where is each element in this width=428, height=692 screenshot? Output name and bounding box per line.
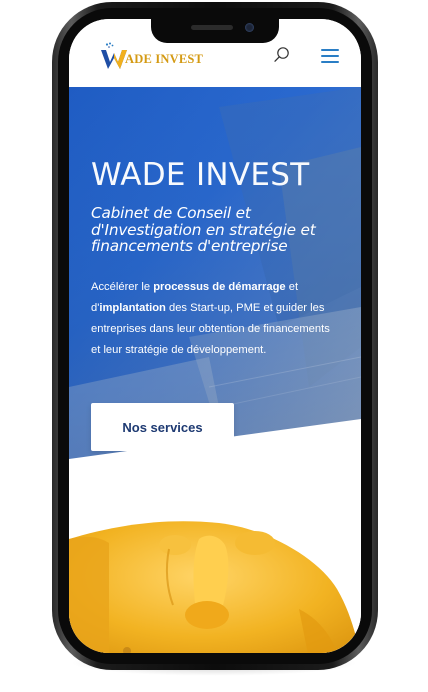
front-camera bbox=[245, 23, 254, 32]
hero-subtitle: Cabinet de Conseil et d'Investigation en… bbox=[91, 204, 316, 256]
hero-desc-highlight: processus de démarrage bbox=[153, 281, 286, 293]
phone-frame: ADE INVEST WADE INVEST Cabinet de Consei… bbox=[52, 2, 378, 670]
gold-hand-image bbox=[69, 521, 360, 653]
phone-screen: ADE INVEST WADE INVEST Cabinet de Consei… bbox=[69, 19, 361, 653]
search-icon bbox=[274, 47, 289, 62]
site-logo[interactable]: ADE INVEST bbox=[99, 41, 209, 71]
menu-icon-line bbox=[321, 55, 339, 57]
hamburger-menu-icon bbox=[321, 49, 339, 51]
speaker-grille bbox=[191, 25, 233, 30]
hero-desc-highlight: implantation bbox=[99, 302, 166, 314]
hamburger-menu-button[interactable] bbox=[321, 49, 339, 63]
phone-notch bbox=[151, 19, 279, 43]
hero-desc-part: Accélérer le bbox=[91, 281, 154, 293]
hero-title: WADE INVEST bbox=[91, 157, 310, 193]
hero-description: Accélérer le processus de démarrage et d… bbox=[91, 277, 337, 361]
search-button[interactable] bbox=[272, 45, 292, 65]
menu-icon-line bbox=[321, 61, 339, 63]
logo-wordmark: ADE INVEST bbox=[125, 52, 204, 66]
